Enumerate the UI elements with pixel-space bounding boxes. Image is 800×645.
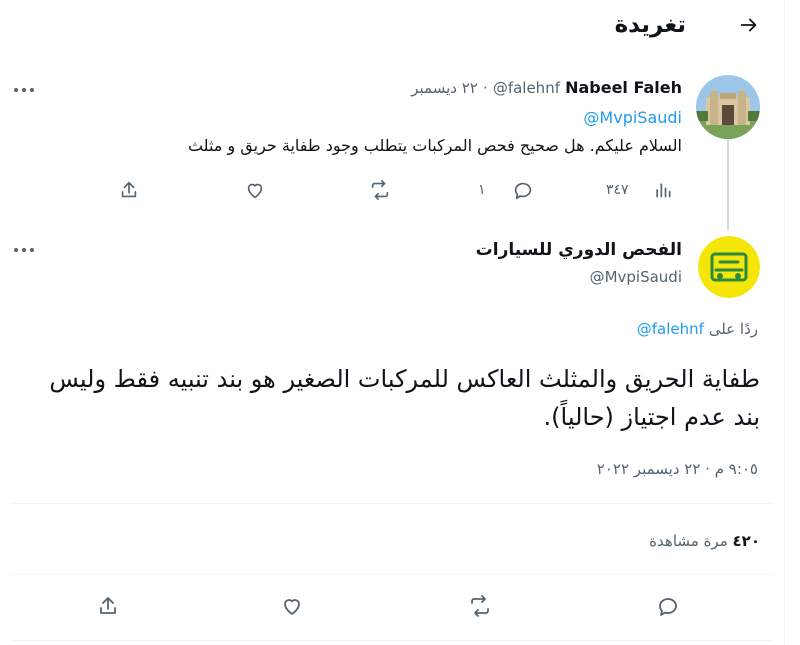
reply-button[interactable]: ١	[478, 176, 534, 204]
divider	[12, 640, 772, 641]
author-name[interactable]: Nabeel Faleh	[565, 78, 682, 97]
replying-to: ردًا على @falehnf	[637, 320, 758, 338]
reply-count: ١	[478, 182, 486, 198]
retweet-icon	[467, 594, 493, 618]
parent-tweet-header: Nabeel Faleh @falehnf · ٢٢ ديسمبر	[200, 78, 682, 102]
more-icon	[13, 87, 35, 93]
more-options-button[interactable]	[10, 80, 38, 100]
separator-dot: ·	[482, 79, 488, 97]
views-button[interactable]: ٣٤٧	[606, 176, 673, 204]
tweet-timestamp[interactable]: ٩:٠٥ م · ٢٢ ديسمبر ٢٠٢٢	[597, 460, 758, 478]
author-handle[interactable]: @MvpiSaudi	[590, 268, 682, 286]
divider	[12, 503, 772, 504]
reply-button[interactable]	[652, 591, 684, 621]
views-count: ٤٢٠	[732, 532, 760, 550]
avatar[interactable]	[698, 236, 760, 298]
parent-mention[interactable]: @MvpiSaudi	[583, 108, 682, 127]
views-count: ٣٤٧	[606, 182, 629, 198]
retweet-button[interactable]	[368, 176, 392, 204]
views-stat[interactable]: ٤٢٠ مرة مشاهدة	[649, 532, 760, 550]
share-button[interactable]	[92, 591, 124, 621]
more-options-button[interactable]	[10, 240, 38, 260]
share-icon	[118, 179, 140, 201]
share-icon	[96, 594, 120, 618]
main-tweet-text: طفاية الحريق والمثلث العاكس للمركبات الص…	[49, 365, 760, 431]
column-border	[784, 0, 785, 645]
parent-tweet-text: السلام عليكم. هل صحيح فحص المركبات يتطلب…	[187, 136, 682, 155]
reply-icon	[512, 179, 534, 201]
tweet-date[interactable]: ٢٢ ديسمبر	[411, 79, 478, 97]
heart-icon	[244, 179, 266, 201]
page-header: تغريدة	[0, 0, 784, 56]
back-button[interactable]	[734, 10, 764, 40]
thread-line	[727, 140, 729, 230]
replying-prefix: ردًا على	[708, 320, 758, 338]
views-label: مرة مشاهدة	[649, 532, 728, 550]
author-handle[interactable]: @falehnf	[493, 79, 560, 97]
like-button[interactable]	[244, 176, 266, 204]
heart-icon	[280, 594, 304, 618]
arrow-back-icon	[738, 14, 760, 36]
replying-to-mention[interactable]: @falehnf	[637, 320, 704, 338]
analytics-icon	[653, 180, 673, 200]
divider	[12, 574, 772, 575]
retweet-button[interactable]	[464, 591, 496, 621]
author-name[interactable]: الفحص الدوري للسيارات	[476, 240, 682, 260]
avatar[interactable]	[696, 75, 760, 139]
page-title: تغريدة	[614, 12, 686, 38]
more-icon	[13, 247, 35, 253]
like-button[interactable]	[276, 591, 308, 621]
share-button[interactable]	[118, 176, 140, 204]
retweet-icon	[368, 179, 392, 201]
reply-icon	[656, 594, 680, 618]
